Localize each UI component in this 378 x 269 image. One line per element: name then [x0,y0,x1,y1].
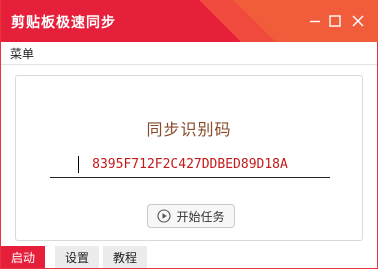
menu-bar: 菜单 [1,42,377,65]
app-window: 剪贴板极速同步 菜单 同步识别码 8395F712F2C427DDBED89D1… [0,0,378,269]
text-caret [78,156,79,173]
tab-settings[interactable]: 设置 [55,246,99,268]
title-bar[interactable]: 剪贴板极速同步 [1,0,378,42]
close-icon [352,15,364,27]
menu-button[interactable]: 菜单 [10,45,34,62]
sync-panel: 同步识别码 开始任务 [15,75,363,241]
close-button[interactable] [347,10,369,32]
minimize-button[interactable] [304,10,326,32]
bottom-tab-bar: 启动 设置 教程 [1,246,377,268]
play-circle-icon [157,209,172,223]
start-task-button[interactable]: 开始任务 [147,204,235,228]
maximize-icon [329,15,341,27]
tab-launch[interactable]: 启动 [1,246,45,268]
maximize-button[interactable] [324,10,346,32]
app-title: 剪贴板极速同步 [11,15,116,31]
start-task-label: 开始任务 [176,209,225,224]
tab-tutorial[interactable]: 教程 [103,246,147,268]
sync-code-heading: 同步识别码 [146,120,232,139]
minimize-icon [310,20,320,23]
sync-code-input[interactable] [50,152,330,178]
